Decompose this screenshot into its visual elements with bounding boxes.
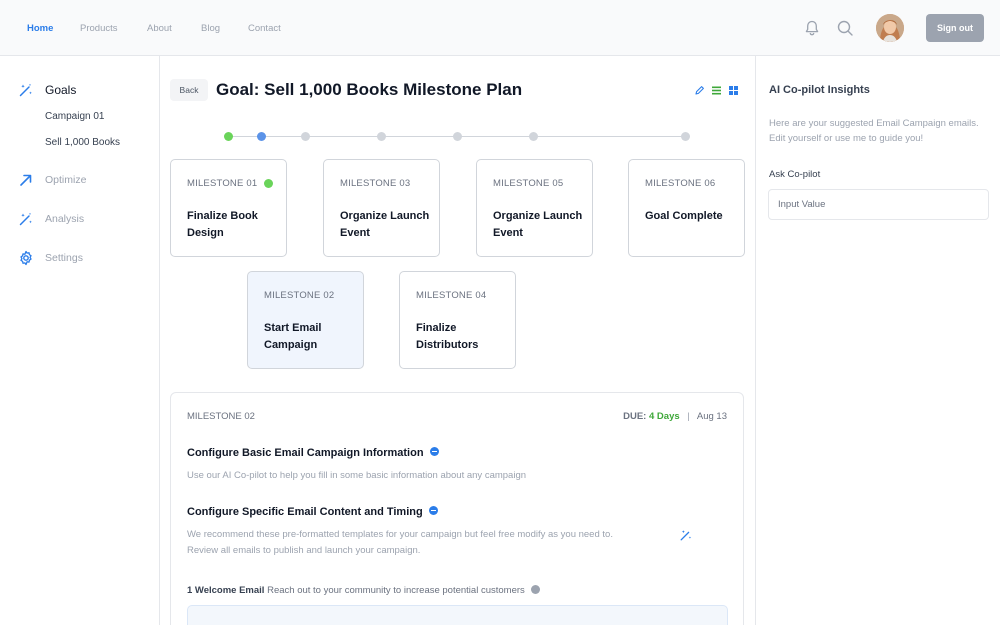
nav-link-blog[interactable]: Blog [201,23,220,34]
due-date-indicator: DUE: 4 Days | Aug 13 [623,411,727,422]
sidebar-subitem-sell-books[interactable]: Sell 1,000 Books [45,137,120,148]
sidebar-item-label: Settings [45,252,83,264]
progress-dot[interactable] [681,132,690,141]
top-navigation-bar: Home Products About Blog Contact Sign ou… [0,0,1000,56]
milestone-title: Finalize Distributors [416,322,479,351]
avatar[interactable] [876,14,904,42]
sidebar-item-goals[interactable]: Goals [0,80,160,102]
due-prefix: DUE: [623,411,647,422]
ask-copilot-input[interactable] [768,189,989,220]
magic-wand-icon[interactable] [679,528,693,542]
section-basic-info-text: Use our AI Co-pilot to help you fill in … [187,470,527,481]
welcome-email-row: 1 Welcome Email Reach out to your commun… [187,584,540,596]
milestone-card-06[interactable]: MILESTONE 06 Goal Complete [628,159,745,257]
due-separator: | [687,411,690,422]
welcome-email-text: Reach out to your community to increase … [267,585,525,596]
milestone-title: Organize Launch Event [340,210,430,239]
progress-dot-current[interactable] [257,132,266,141]
list-icon[interactable] [711,85,722,96]
milestone-card-01[interactable]: MILESTONE 01 Finalize Book Design [170,159,287,257]
magic-wand-icon [19,83,32,97]
nav-link-products[interactable]: Products [80,23,118,34]
complete-status-dot [264,179,273,188]
sign-out-button[interactable]: Sign out [926,14,984,42]
bell-icon[interactable] [803,19,821,37]
milestone-label: MILESTONE 04 [416,290,487,301]
progress-dot-complete[interactable] [224,132,233,141]
sidebar-subitem-campaign-01[interactable]: Campaign 01 [45,111,104,122]
milestone-label: MILESTONE 02 [264,290,335,301]
copilot-message: Here are your suggested Email Campaign e… [769,118,979,144]
welcome-email-title: 1 Welcome Email [187,585,265,596]
search-icon[interactable] [836,19,854,37]
milestone-label: MILESTONE 06 [645,178,716,189]
arrow-up-left-icon [20,174,32,186]
nav-link-about[interactable]: About [147,23,172,34]
progress-dot[interactable] [529,132,538,141]
milestone-card-04[interactable]: MILESTONE 04 Finalize Distributors [399,271,516,369]
section-title: Configure Specific Email Content and Tim… [187,506,423,518]
progress-dot[interactable] [301,132,310,141]
copilot-title: AI Co-pilot Insights [769,84,870,96]
milestone-label: MILESTONE 01 [187,178,258,189]
sidebar-item-analysis[interactable]: Analysis [0,209,160,231]
milestone-title: Start Email Campaign [264,322,322,351]
due-days: 4 Days [649,411,680,422]
gear-icon [20,250,32,266]
section-content-timing-text-1: We recommend these pre-formatted templat… [187,529,613,540]
section-title: Configure Basic Email Campaign Informati… [187,447,424,459]
grid-icon[interactable] [728,85,739,96]
milestone-title: Goal Complete [645,210,723,222]
back-button[interactable]: Back [170,79,208,101]
magic-wand-icon [19,212,32,226]
sidebar: Goals Campaign 01 Sell 1,000 Books Optim… [0,56,160,625]
progress-dot[interactable] [377,132,386,141]
ask-copilot-label: Ask Co-pilot [769,169,821,180]
milestone-card-02[interactable]: MILESTONE 02 Start Email Campaign [247,271,364,369]
sidebar-item-optimize[interactable]: Optimize [0,170,160,192]
milestone-title: Finalize Book Design [187,210,258,239]
pencil-icon[interactable] [694,85,705,96]
info-icon[interactable] [428,506,438,515]
section-content-timing-heading: Configure Specific Email Content and Tim… [187,506,438,518]
milestone-label: MILESTONE 03 [340,178,411,189]
due-date: Aug 13 [696,411,727,422]
milestone-card-05[interactable]: MILESTONE 05 Organize Launch Event [476,159,593,257]
main-content: Back Goal: Sell 1,000 Books Milestone Pl… [160,56,755,625]
sidebar-item-settings[interactable]: Settings [0,248,160,270]
detail-milestone-label: MILESTONE 02 [187,411,255,422]
sidebar-item-label: Analysis [45,213,85,225]
info-icon[interactable] [530,585,540,594]
milestone-detail-panel: MILESTONE 02 DUE: 4 Days | Aug 13 Config… [170,392,744,625]
page-title: Goal: Sell 1,000 Books Milestone Plan [216,80,523,99]
sidebar-item-label: Optimize [45,174,87,186]
milestone-card-03[interactable]: MILESTONE 03 Organize Launch Event [323,159,440,257]
section-content-timing-text-2: Review all emails to publish and launch … [187,545,421,556]
nav-link-home[interactable]: Home [27,23,53,34]
milestone-label: MILESTONE 05 [493,178,564,189]
sidebar-item-label: Goals [45,83,77,97]
copilot-panel: AI Co-pilot Insights Here are your sugge… [755,56,1000,625]
nav-link-contact[interactable]: Contact [248,23,281,34]
progress-dot[interactable] [453,132,462,141]
info-icon[interactable] [429,447,439,456]
milestone-title: Organize Launch Event [493,210,583,239]
section-basic-info-heading: Configure Basic Email Campaign Informati… [187,447,439,459]
welcome-email-template-card[interactable] [187,605,728,625]
